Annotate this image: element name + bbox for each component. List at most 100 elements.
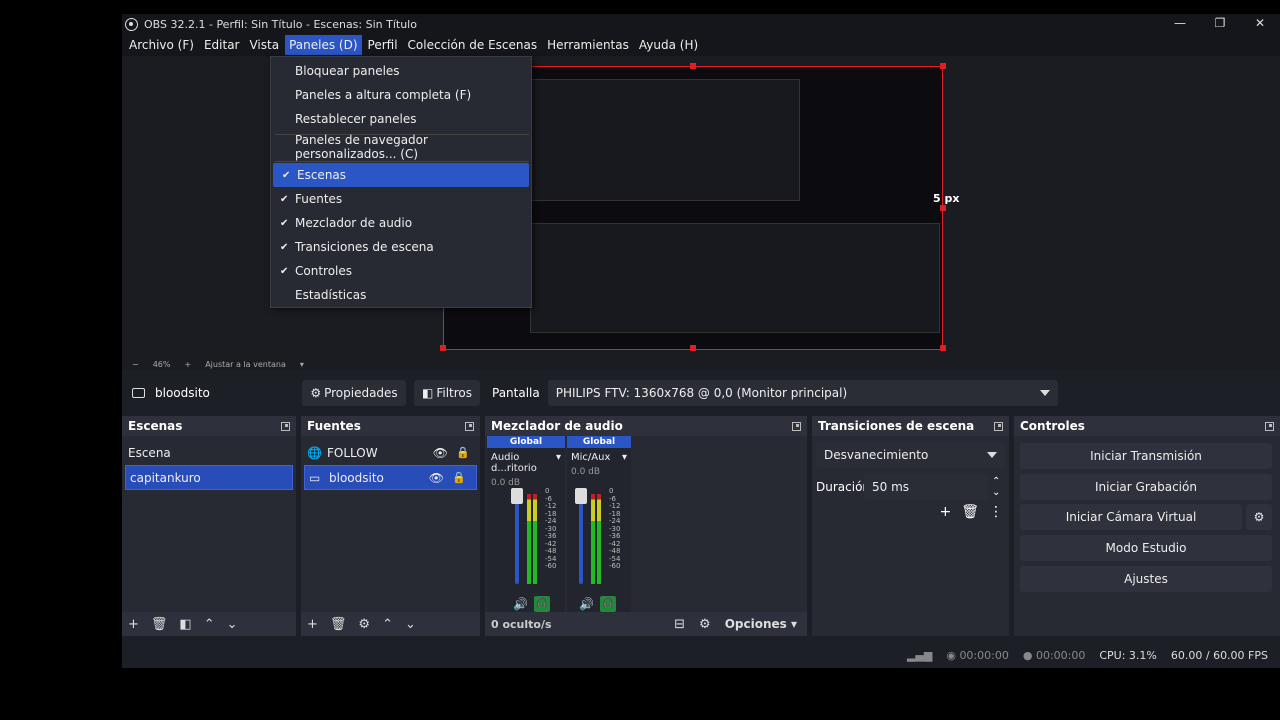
menu-item-bloquear-paneles[interactable]: Bloquear paneles	[271, 59, 531, 83]
filter-icon: ◧	[421, 386, 434, 400]
undock-icon[interactable]	[994, 421, 1003, 431]
options-button[interactable]: Opciones ▾	[725, 617, 797, 631]
eye-icon[interactable]: 👁	[433, 446, 448, 460]
filter-icon[interactable]: ◧	[179, 617, 191, 632]
stepper-icon[interactable]: ⌃ ⌄	[992, 476, 1000, 498]
selected-source-name: bloodsito	[155, 386, 210, 400]
menu-item-transiciones[interactable]: ✔ Transiciones de escena	[271, 235, 531, 259]
menu-herramientas[interactable]: Herramientas	[543, 35, 633, 55]
display-select[interactable]: PHILIPS FTV: 1360x768 @ 0,0 (Monitor pri…	[547, 380, 1058, 406]
chevron-up-icon[interactable]: ⌃	[382, 617, 393, 632]
channel-group: Global	[567, 436, 631, 448]
chevron-down-icon[interactable]: ▾	[622, 452, 627, 463]
menu-item-controles[interactable]: ✔ Controles	[271, 259, 531, 283]
trash-icon[interactable]: 🗑	[151, 617, 168, 632]
zoom-level: 46%	[152, 359, 171, 369]
lock-icon[interactable]: 🔒	[456, 446, 470, 459]
record-status: ● 00:00:00	[1023, 649, 1086, 662]
menu-item-mezclador-audio[interactable]: ✔ Mezclador de audio	[271, 211, 531, 235]
start-streaming-button[interactable]: Iniciar Transmisión	[1020, 443, 1272, 469]
stream-time: 00:00:00	[959, 648, 1009, 662]
resize-handle[interactable]	[690, 63, 696, 69]
properties-button[interactable]: ⚙ Propiedades	[302, 380, 406, 406]
channel-buttons: 🔊 🎧	[513, 596, 550, 612]
add-icon[interactable]: +	[939, 504, 951, 520]
undock-icon[interactable]	[1265, 421, 1274, 431]
start-virtual-camera-button[interactable]: Iniciar Cámara Virtual	[1020, 504, 1242, 530]
channel-group: Global	[487, 436, 565, 448]
menu-separator	[275, 161, 529, 162]
scenes-dock: Escenas Escena capitankuro + 🗑 ◧ ⌃ ⌄	[122, 416, 296, 636]
speaker-icon[interactable]: 🔊	[513, 597, 528, 611]
channel-name-row[interactable]: Audio d...ritorio ▾	[487, 448, 565, 474]
menu-coleccion-escenas[interactable]: Colección de Escenas	[404, 35, 542, 55]
scene-item[interactable]: Escena	[122, 440, 296, 465]
headphones-icon[interactable]: 🎧	[533, 596, 550, 612]
lock-icon[interactable]: 🔒	[452, 471, 466, 484]
menu-item-estadisticas[interactable]: Estadísticas	[271, 283, 531, 307]
menu-editar[interactable]: Editar	[200, 35, 244, 55]
fader-handle[interactable]	[511, 488, 523, 504]
zoom-out-button[interactable]: −	[132, 360, 139, 369]
duration-row: Duración 50 ms ⌃ ⌄	[812, 474, 1009, 500]
resize-handle[interactable]	[440, 345, 446, 351]
minimize-button[interactable]: —	[1160, 14, 1200, 34]
menu-vista[interactable]: Vista	[245, 35, 283, 55]
source-toolbar: bloodsito ⚙ Propiedades ◧ Filtros Pantal…	[122, 378, 1280, 408]
chevron-down-icon[interactable]: ⌄	[405, 617, 416, 632]
headphones-icon[interactable]: 🎧	[599, 596, 616, 612]
start-recording-button[interactable]: Iniciar Grabación	[1020, 474, 1272, 500]
channel-name-row[interactable]: Mic/Aux ▾	[567, 448, 631, 463]
speaker-icon[interactable]: 🔊	[579, 597, 594, 611]
filters-button[interactable]: ◧ Filtros	[414, 380, 480, 406]
duration-spinbox[interactable]: 50 ms	[864, 474, 988, 500]
trash-icon[interactable]: 🗑	[961, 504, 979, 520]
add-icon[interactable]: +	[307, 617, 318, 632]
zoom-dropdown[interactable]: ▾	[300, 360, 304, 369]
close-button[interactable]: ✕	[1240, 14, 1280, 34]
record-icon: ●	[1022, 648, 1033, 662]
menu-item-label: Mezclador de audio	[295, 216, 413, 230]
virtual-camera-settings-button[interactable]: ⚙	[1246, 504, 1272, 530]
chevron-up-icon[interactable]: ⌃	[204, 617, 215, 632]
eye-icon[interactable]: 👁	[429, 471, 444, 485]
gear-icon[interactable]: ⚙	[358, 617, 370, 632]
display-label: Pantalla	[492, 386, 540, 400]
zoom-in-button[interactable]: +	[184, 360, 191, 369]
maximize-button[interactable]: ❐	[1200, 14, 1240, 34]
undock-icon[interactable]	[792, 421, 801, 431]
chevron-down-icon[interactable]: ▾	[556, 452, 561, 474]
options-label: Opciones	[724, 617, 787, 631]
menu-item-fuentes[interactable]: ✔ Fuentes	[271, 187, 531, 211]
menu-item-paneles-navegador[interactable]: Paneles de navegador personalizados... (…	[271, 133, 531, 161]
trash-icon[interactable]: 🗑	[330, 617, 347, 632]
undock-icon[interactable]	[465, 421, 474, 431]
studio-mode-button[interactable]: Modo Estudio	[1020, 535, 1272, 561]
advanced-audio-icon[interactable]: ⚙	[699, 617, 711, 632]
settings-button[interactable]: Ajustes	[1020, 566, 1272, 592]
add-icon[interactable]: +	[128, 617, 139, 632]
gear-icon: ⚙	[310, 386, 322, 400]
chevron-down-icon[interactable]: ⌄	[227, 617, 238, 632]
layout-icon[interactable]: ⊟	[674, 617, 685, 632]
menu-archivo[interactable]: Archivo (F)	[125, 35, 198, 55]
mixer-footer: 0 oculto/s ⊟ ⚙ Opciones ▾	[485, 612, 807, 636]
transition-select[interactable]: Desvanecimiento	[816, 442, 1005, 468]
source-item-selected[interactable]: ▭ bloodsito 👁 🔒	[304, 465, 477, 490]
menu-item-escenas[interactable]: ✔ Escenas	[273, 163, 529, 187]
resize-handle[interactable]	[690, 345, 696, 351]
menu-paneles[interactable]: Paneles (D)	[285, 35, 362, 55]
fit-window-button[interactable]: Ajustar a la ventana	[205, 360, 286, 369]
undock-icon[interactable]	[281, 421, 290, 431]
more-icon[interactable]: ⋮	[989, 504, 1003, 520]
resize-handle[interactable]	[940, 205, 946, 211]
resize-handle[interactable]	[940, 345, 946, 351]
resize-handle[interactable]	[940, 63, 946, 69]
scene-item-selected[interactable]: capitankuro	[125, 465, 293, 490]
menu-item-restablecer-paneles[interactable]: Restablecer paneles	[271, 107, 531, 131]
menu-perfil[interactable]: Perfil	[364, 35, 402, 55]
fader-handle[interactable]	[575, 488, 587, 504]
source-item[interactable]: 🌐 FOLLOW 👁 🔒	[301, 440, 480, 465]
menu-ayuda[interactable]: Ayuda (H)	[635, 35, 702, 55]
menu-item-altura-completa[interactable]: Paneles a altura completa (F)	[271, 83, 531, 107]
